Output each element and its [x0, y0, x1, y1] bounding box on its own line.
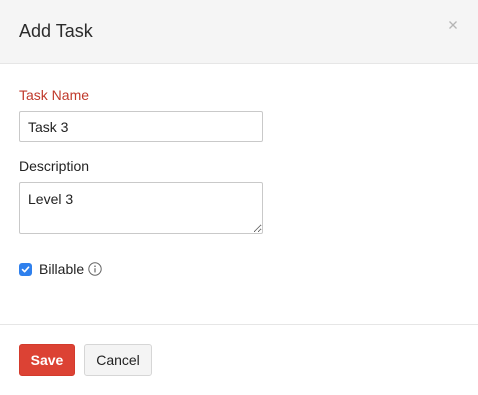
billable-checkbox[interactable]	[19, 262, 32, 276]
checkmark-icon	[21, 265, 30, 272]
description-textarea[interactable]: Level 3	[19, 182, 263, 234]
save-button[interactable]: Save	[19, 344, 75, 376]
info-icon[interactable]	[88, 262, 102, 276]
description-label: Description	[19, 158, 90, 174]
cancel-button[interactable]: Cancel	[84, 344, 152, 376]
dialog-header: Add Task	[0, 0, 478, 64]
task-name-input[interactable]	[19, 111, 263, 142]
billable-row: Billable	[19, 261, 102, 277]
billable-label: Billable	[39, 261, 85, 277]
footer-divider	[0, 324, 478, 325]
dialog-title: Add Task	[19, 21, 93, 41]
add-task-dialog: Add Task Task Name Description Level 3 B…	[0, 0, 478, 395]
close-icon[interactable]	[446, 18, 460, 32]
task-name-label: Task Name	[19, 87, 90, 103]
